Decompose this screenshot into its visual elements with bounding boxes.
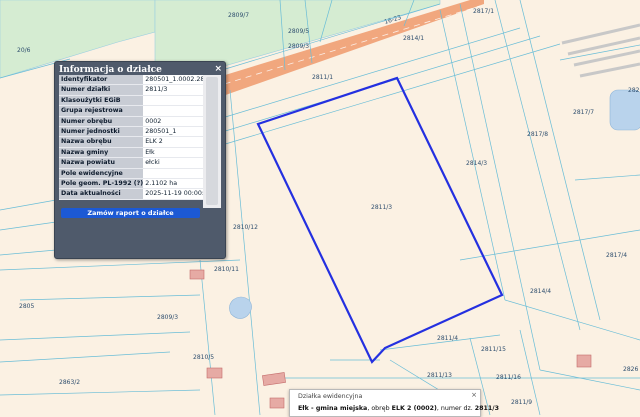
- row-key: Numer jednostki: [59, 126, 144, 138]
- parcel-label: 2826: [623, 366, 638, 373]
- row-key: Identyfikator: [59, 75, 144, 86]
- parcel-label: 2826: [628, 87, 640, 94]
- parcel-label: 2817/4: [606, 252, 627, 259]
- parcel-label: 2809/7: [228, 12, 249, 19]
- info-panel-title: Informacja o działce: [59, 65, 162, 75]
- parcel-label: 2811/15: [481, 346, 506, 353]
- table-row: Grupa rejestrowa: [59, 105, 219, 117]
- parcel-label: 2814/4: [530, 288, 551, 295]
- table-row: Numer obrębu 0002: [59, 116, 219, 128]
- close-icon[interactable]: ×: [471, 391, 477, 399]
- row-key: Numer obrębu: [59, 116, 144, 128]
- popup-body: Ełk - gmina miejska, obręb ELK 2 (0002),…: [298, 405, 499, 412]
- order-report-button[interactable]: Zamów raport o działce: [61, 208, 200, 218]
- parcel-label: 2805: [19, 303, 34, 310]
- row-key[interactable]: Pole geom. PL-1992 (?): [59, 178, 144, 190]
- table-row: Nazwa gminy Ełk: [59, 147, 219, 159]
- parcel-label: 2817/1: [473, 8, 494, 15]
- parcel-info-panel: Informacja o działce × Identyfikator 2805…: [54, 61, 226, 259]
- row-key: Nazwa obrębu: [59, 136, 144, 148]
- row-key: Nazwa gminy: [59, 147, 144, 159]
- table-row: Nazwa obrębu ELK 2: [59, 136, 219, 148]
- popup-sep: , numer dz.: [436, 405, 475, 412]
- parcel-label: 2811/1: [312, 74, 333, 81]
- water-east: [609, 89, 640, 131]
- parcel-label: 2817/7: [573, 109, 594, 116]
- parcel-label: 2809/3: [288, 43, 309, 50]
- row-key: Grupa rejestrowa: [59, 105, 144, 117]
- parcel-label: 2863/2: [59, 379, 80, 386]
- row-key: Numer działki: [59, 84, 144, 96]
- parcel-label: 2814/1: [403, 35, 424, 42]
- popup-gmina: Ełk - gmina miejska: [298, 405, 368, 412]
- table-row: Pole ewidencyjne: [59, 168, 219, 180]
- table-row: Data aktualności 2025-11-19 00:00:00: [59, 188, 219, 200]
- parcel-label: 2817/8: [527, 131, 548, 138]
- popup-title: Działka ewidencyjna: [298, 393, 363, 400]
- table-row: Identyfikator 280501_1.0002.2811/3: [59, 75, 219, 86]
- parcel-label: 20/6: [17, 47, 31, 54]
- table-row: Numer działki 2811/3: [59, 84, 219, 96]
- table-row: Pole geom. PL-1992 (?) 2.1102 ha: [59, 178, 219, 190]
- table-row: Klasoużytki EGiB: [59, 95, 219, 107]
- scrollbar-thumb[interactable]: [206, 77, 218, 205]
- row-key: Klasoużytki EGiB: [59, 95, 144, 107]
- popup-sep: , obręb: [367, 405, 392, 412]
- parcel-label: 2809/3: [157, 314, 178, 321]
- parcel-label: 2811/9: [511, 399, 532, 406]
- parcel-label: 2811/3: [371, 204, 392, 211]
- building: [189, 269, 205, 280]
- row-key: Nazwa powiatu: [59, 157, 144, 169]
- parcel-label: 2811/13: [427, 372, 452, 379]
- row-key: Data aktualności: [59, 188, 144, 200]
- popup-numer: 2811/3: [474, 405, 499, 412]
- parcel-label: 2811/16: [496, 374, 521, 381]
- row-key: Pole ewidencyjne: [59, 168, 144, 180]
- parcel-label: 2811/4: [437, 335, 458, 342]
- parcel-label: 2810/5: [193, 354, 214, 361]
- building: [576, 354, 592, 368]
- parcel-label: 2809/5: [288, 28, 309, 35]
- popup-obreb: ELK 2 (0002): [391, 405, 437, 412]
- parcel-label: 2814/3: [466, 160, 487, 167]
- table-row: Numer jednostki 280501_1: [59, 126, 219, 138]
- building: [206, 367, 223, 379]
- close-icon[interactable]: ×: [214, 64, 222, 74]
- table-row: Nazwa powiatu ełcki: [59, 157, 219, 169]
- info-panel-scrollbar[interactable]: [203, 75, 221, 208]
- building: [269, 397, 285, 409]
- parcel-label: 2810/11: [214, 266, 239, 273]
- info-table: Identyfikator 280501_1.0002.2811/3 Numer …: [59, 75, 219, 200]
- parcel-popup: Działka ewidencyjna × Ełk - gmina miejsk…: [289, 389, 499, 417]
- parcel-label: 2810/12: [233, 224, 258, 231]
